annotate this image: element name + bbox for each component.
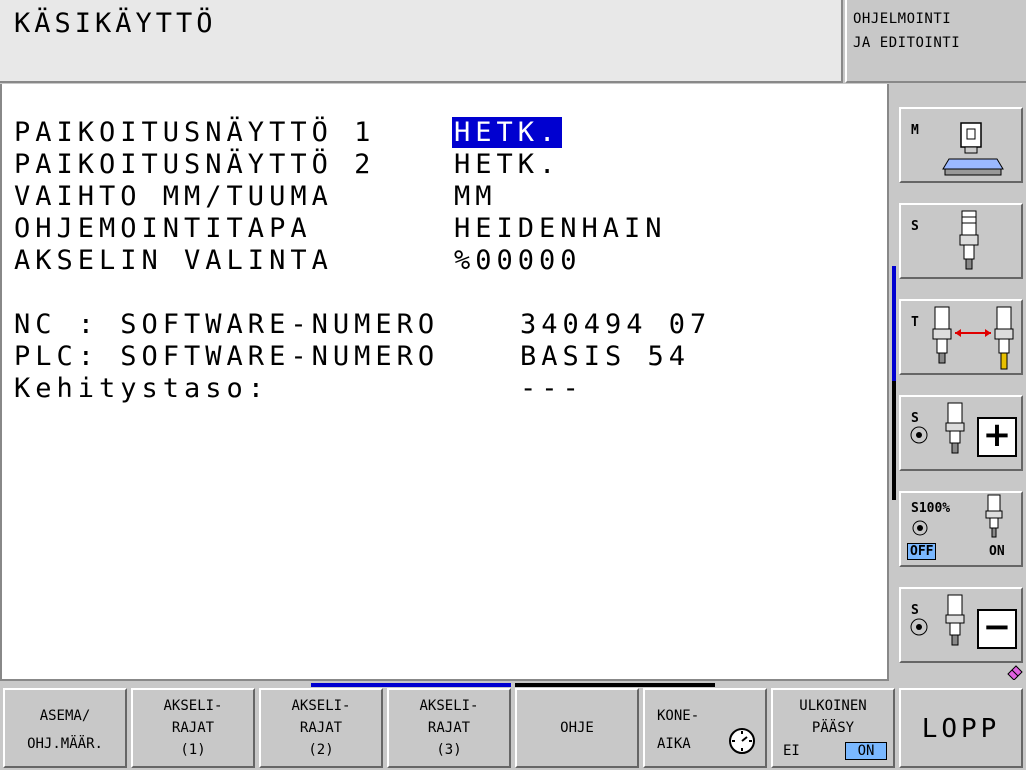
softkey-spindle-plus[interactable]: S + — [899, 395, 1023, 471]
koneaika-line1: KONE- — [657, 708, 700, 724]
softkey-akselirajat-3[interactable]: AKSELI- RAJAT (3) — [387, 688, 511, 768]
softkey-s100-label: S100% — [911, 501, 951, 516]
ak2-line1: AKSELI- — [291, 698, 351, 714]
setting-label-1: PAIKOITUSNÄYTTÖ 1 — [14, 117, 376, 148]
setting-value-2[interactable]: HETK. — [454, 149, 560, 181]
softkey-scrollbar-thumb[interactable] — [892, 266, 896, 381]
setting-value-1[interactable]: HETK. — [452, 117, 563, 149]
setting-value-3[interactable]: MM — [454, 181, 497, 213]
spindle-tool-icon — [945, 402, 965, 454]
setting-value-4[interactable]: HEIDENHAIN — [454, 213, 667, 245]
softkey-lopp[interactable]: LOPP — [899, 688, 1023, 768]
softkey-m-label: M — [911, 123, 919, 138]
softkey-row-indicator — [515, 683, 715, 687]
program-mode-line2: JA EDITOINTI — [853, 35, 961, 51]
s100-on-state: ON — [989, 544, 1005, 559]
lopp-label: LOPP — [921, 714, 1001, 744]
ak1-line2: RAJAT — [171, 720, 215, 736]
clock-icon — [729, 728, 755, 754]
softkey-s-label: S — [911, 219, 919, 234]
ak2-line3: (2) — [308, 742, 334, 758]
info-value-nc: 340494 07 — [520, 309, 712, 340]
softkey-akselirajat-2[interactable]: AKSELI- RAJAT (2) — [259, 688, 383, 768]
softkey-row-indicator-active — [311, 683, 511, 687]
softkey-akselirajat-1[interactable]: AKSELI- RAJAT (1) — [131, 688, 255, 768]
info-label-plc: PLC: SOFTWARE-NUMERO — [14, 341, 440, 372]
softkey-s100-toggle[interactable]: S100% OFF ON — [899, 491, 1023, 567]
program-mode-line1: OHJELMOINTI — [853, 11, 952, 27]
softkey-t-label: T — [911, 315, 919, 330]
setting-value-5[interactable]: %00000 — [454, 245, 582, 277]
info-value-plc: BASIS 54 — [520, 341, 691, 372]
s100-off-state: OFF — [907, 543, 937, 560]
softkey-ohje[interactable]: OHJE — [515, 688, 639, 768]
asema-line2: OHJ.MÄÄR. — [27, 736, 103, 752]
koneaika-line2: AIKA — [657, 736, 691, 752]
ak1-line3: (1) — [180, 742, 206, 758]
softkey-m-function[interactable]: M — [899, 107, 1023, 183]
softkey-ulkoinen-paasy[interactable]: ULKOINEN PÄÄSY EI ON — [771, 688, 895, 768]
tool-change-icon — [932, 306, 1014, 370]
rotation-icon — [910, 618, 928, 636]
setting-label-5: AKSELIN VALINTA — [14, 245, 333, 276]
rotation-icon — [910, 426, 928, 444]
plus-icon: + — [977, 417, 1017, 457]
main-screen: PAIKOITUSNÄYTTÖ 1 HETK. PAIKOITUSNÄYTTÖ … — [0, 84, 889, 681]
minus-icon: − — [977, 609, 1017, 649]
ak3-line2: RAJAT — [427, 720, 471, 736]
setting-label-2: PAIKOITUSNÄYTTÖ 2 — [14, 149, 376, 180]
ak1-line1: AKSELI- — [163, 698, 223, 714]
info-value-kehitystaso: --- — [520, 373, 584, 404]
ulkoinen-line2: PÄÄSY — [811, 720, 855, 736]
program-mode-indicator[interactable]: OHJELMOINTI JA EDITOINTI — [845, 0, 1026, 83]
ulkoinen-on-state: ON — [845, 742, 887, 760]
setting-value-1-selected[interactable]: HETK. — [452, 117, 563, 148]
machine-table-icon — [942, 122, 1004, 176]
eraser-icon[interactable] — [1006, 664, 1024, 680]
softkey-spindle-minus[interactable]: S − — [899, 587, 1023, 663]
setting-label-4: OHJEMOINTITAPA — [14, 213, 312, 244]
softkey-s-function[interactable]: S — [899, 203, 1023, 279]
spindle-tool-icon — [945, 594, 965, 646]
setting-label-3: VAIHTO MM/TUUMA — [14, 181, 333, 212]
asema-line1: ASEMA/ — [39, 708, 91, 724]
ulkoinen-line1: ULKOINEN — [799, 698, 867, 714]
info-label-nc: NC : SOFTWARE-NUMERO — [14, 309, 440, 340]
softkey-koneaika[interactable]: KONE- AIKA — [643, 688, 767, 768]
mode-title: KÄSIKÄYTTÖ — [14, 8, 217, 39]
rotation-icon — [912, 520, 928, 536]
info-label-kehitystaso: Kehitystaso: — [14, 373, 270, 404]
ulkoinen-ei-state: EI — [783, 743, 800, 759]
ohje-label: OHJE — [560, 720, 594, 736]
ak2-line2: RAJAT — [299, 720, 343, 736]
spindle-tool-icon — [985, 494, 1003, 538]
softkey-t-function[interactable]: T — [899, 299, 1023, 375]
spindle-tool-icon — [959, 210, 979, 270]
header-bar: KÄSIKÄYTTÖ — [0, 0, 843, 83]
ak3-line1: AKSELI- — [419, 698, 479, 714]
softkey-asema[interactable]: ASEMA/ OHJ.MÄÄR. — [3, 688, 127, 768]
ak3-line3: (3) — [436, 742, 462, 758]
